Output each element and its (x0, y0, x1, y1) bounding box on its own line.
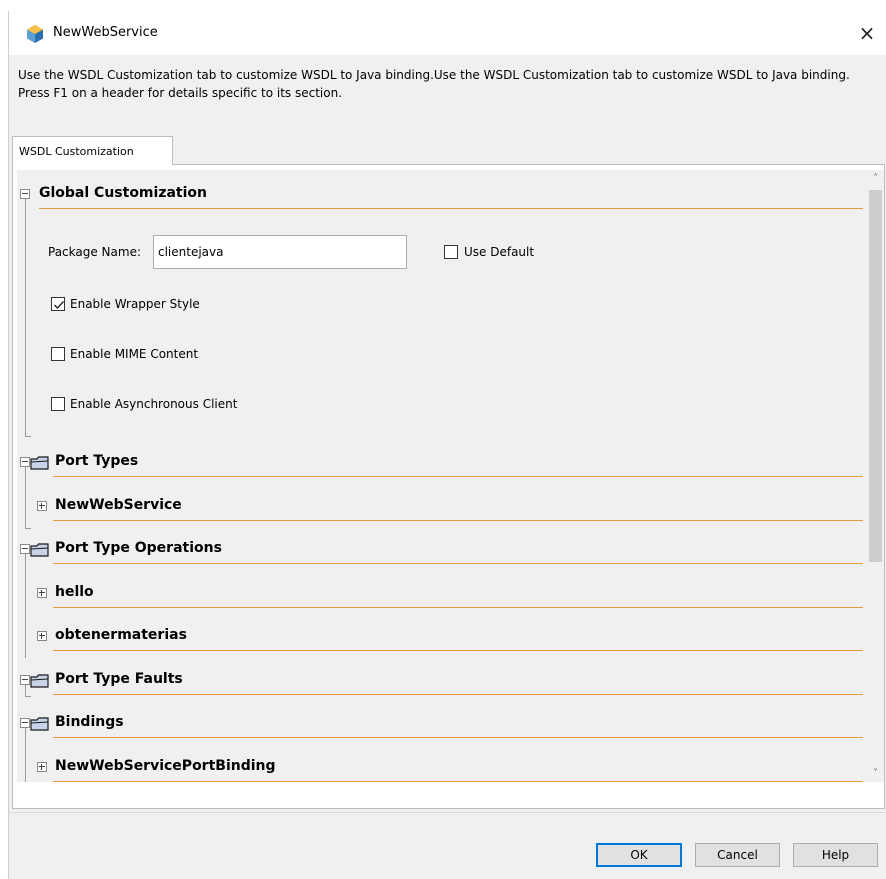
item-underline (53, 650, 863, 651)
package-name-input[interactable] (153, 235, 407, 269)
tree-line (25, 199, 26, 437)
collapse-bindings-icon[interactable] (20, 718, 30, 728)
binding-item[interactable]: NewWebServicePortBinding (55, 758, 276, 774)
folder-icon (30, 456, 49, 470)
package-name-label: Package Name: (48, 245, 141, 259)
header-underline (53, 737, 863, 738)
checkmark-icon (54, 301, 65, 310)
app-icon (27, 25, 43, 43)
item-underline (53, 520, 863, 521)
expand-newwebservice-icon[interactable] (37, 501, 47, 511)
scroll-down-icon[interactable]: ˅ (867, 765, 884, 782)
close-icon[interactable]: × (847, 11, 886, 55)
expand-binding-icon[interactable] (37, 762, 47, 772)
use-default-checkbox[interactable] (444, 245, 458, 259)
enable-async-client-checkbox[interactable] (51, 397, 65, 411)
collapse-port-type-faults-icon[interactable] (20, 675, 30, 685)
help-button[interactable]: Help (793, 843, 878, 867)
header-underline (39, 208, 863, 209)
window-title: NewWebService (53, 25, 158, 40)
tab-wsdl-customization[interactable]: WSDL Customization (12, 136, 173, 165)
item-underline (53, 781, 863, 782)
enable-wrapper-style-label: Enable Wrapper Style (70, 297, 200, 311)
customization-tree: Global Customization Package Name: Use D… (17, 170, 867, 782)
item-underline (53, 607, 863, 608)
global-customization-header[interactable]: Global Customization (39, 185, 207, 201)
tree-line (25, 528, 31, 529)
tree-line (25, 728, 26, 782)
folder-icon (30, 543, 49, 557)
collapse-port-type-operations-icon[interactable] (20, 544, 30, 554)
tab-panel: Global Customization Package Name: Use D… (12, 164, 885, 809)
ok-button[interactable]: OK (596, 843, 682, 867)
collapse-global-icon[interactable] (20, 189, 30, 199)
tree-line (25, 696, 31, 697)
footer-separator (9, 812, 886, 813)
folder-icon (30, 717, 49, 731)
header-underline (53, 694, 863, 695)
tree-line (25, 436, 31, 437)
header-underline (53, 476, 863, 477)
enable-async-client-label: Enable Asynchronous Client (70, 397, 238, 411)
expand-hello-icon[interactable] (37, 588, 47, 598)
instructions-text: Use the WSDL Customization tab to custom… (18, 68, 850, 100)
vertical-scrollbar[interactable]: ˄ ˅ (867, 170, 884, 782)
port-type-operations-header[interactable]: Port Type Operations (55, 540, 222, 556)
title-bar: NewWebService × (9, 11, 886, 55)
enable-mime-content-checkbox[interactable] (51, 347, 65, 361)
use-default-label: Use Default (464, 245, 535, 259)
port-type-item[interactable]: NewWebService (55, 497, 182, 513)
operation-item[interactable]: hello (55, 584, 94, 600)
tree-line (25, 554, 26, 658)
folder-icon (30, 674, 49, 688)
tree-line (25, 467, 26, 529)
scrollbar-thumb[interactable] (869, 190, 882, 562)
header-underline (53, 563, 863, 564)
port-types-header[interactable]: Port Types (55, 453, 138, 469)
cancel-button[interactable]: Cancel (695, 843, 780, 867)
expand-obtenermaterias-icon[interactable] (37, 631, 47, 641)
operation-item[interactable]: obtenermaterias (55, 627, 187, 643)
dialog-window: NewWebService × Use the WSDL Customizati… (8, 11, 886, 879)
scroll-up-icon[interactable]: ˄ (867, 170, 884, 187)
collapse-port-types-icon[interactable] (20, 457, 30, 467)
port-type-faults-header[interactable]: Port Type Faults (55, 671, 183, 687)
enable-mime-content-label: Enable MIME Content (70, 347, 199, 361)
bindings-header[interactable]: Bindings (55, 714, 124, 730)
enable-wrapper-style-checkbox[interactable] (51, 297, 65, 311)
